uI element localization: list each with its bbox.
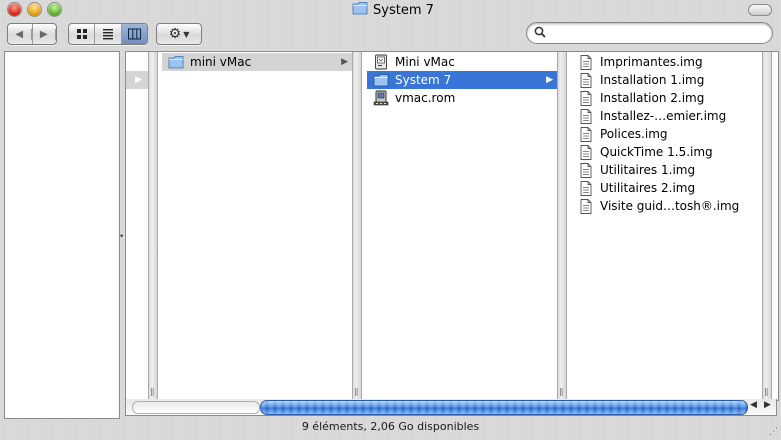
scroll-track[interactable]	[132, 401, 260, 414]
column-resize-handle[interactable]: ||	[762, 52, 772, 400]
list-item-label: Utilitaires 2.img	[600, 181, 696, 195]
list-item-label: Imprimantes.img	[600, 55, 703, 69]
column-resize-handle[interactable]: ||	[557, 52, 567, 400]
scroll-thumb[interactable]	[260, 400, 748, 415]
navigation-buttons: ◀ ▶	[7, 23, 57, 45]
column-view-button[interactable]	[121, 24, 147, 44]
list-item[interactable]: Installation 2.img	[572, 89, 762, 107]
window-title: System 7	[352, 2, 434, 18]
disclosure-arrow-icon: ▶	[546, 75, 553, 85]
list-item-label: vmac.rom	[395, 91, 456, 105]
disclosure-arrow-icon: ▶	[341, 57, 348, 67]
list-item-label: Visite guid…tosh®.img	[600, 199, 740, 213]
column-view-icon	[127, 28, 141, 40]
back-button[interactable]: ◀	[8, 24, 33, 44]
close-window-button[interactable]	[8, 3, 21, 16]
disk-image-icon	[578, 72, 594, 88]
list-item[interactable]: vmac.rom	[367, 89, 557, 107]
back-arrow-icon: ◀	[8, 28, 32, 40]
disclosure-arrow-icon: ▶	[135, 75, 142, 85]
grip-icon: ||	[559, 387, 564, 396]
forward-arrow-icon: ▶	[33, 28, 56, 40]
icon-view-icon	[76, 29, 87, 39]
disk-image-icon	[578, 162, 594, 178]
browser-column[interactable]: mini vMac ▶	[162, 52, 352, 400]
rom-file-icon	[373, 90, 389, 106]
zoom-window-button[interactable]	[48, 3, 61, 16]
disk-image-icon	[578, 180, 594, 196]
toolbar-toggle-button[interactable]	[748, 4, 772, 16]
column-resize-handle[interactable]: ||	[352, 52, 362, 400]
column-resize-handle[interactable]: ||	[148, 52, 158, 400]
sidebar-splitter-handle[interactable]: •	[119, 232, 124, 242]
list-item[interactable]: mini vMac ▶	[162, 53, 352, 71]
window-title-text: System 7	[373, 2, 434, 18]
list-view-button[interactable]	[95, 24, 122, 44]
list-item-label: QuickTime 1.5.img	[600, 145, 713, 159]
disk-image-icon	[578, 126, 594, 142]
list-item-label: Utilitaires 1.img	[600, 163, 696, 177]
search-input[interactable]	[550, 25, 754, 41]
icon-view-button[interactable]	[69, 24, 96, 44]
list-item-label: Mini vMac	[395, 55, 455, 69]
list-item-label: System 7	[395, 73, 452, 87]
grip-icon: ||	[354, 387, 359, 396]
folder-icon	[373, 72, 389, 88]
scroll-right-arrow-icon[interactable]: ▶	[764, 400, 771, 410]
list-view-icon	[102, 29, 113, 40]
list-item[interactable]: Installez-…emier.img	[572, 107, 762, 125]
view-mode-buttons	[68, 23, 148, 45]
finder-window: System 7 ◀ ▶ ⚙ ▼ • ▶ || mini vMac ▶ || M…	[0, 0, 781, 440]
gear-icon: ⚙	[168, 26, 182, 42]
list-item[interactable]: Utilitaires 2.img	[572, 179, 762, 197]
grip-icon: ||	[150, 387, 155, 396]
disk-image-icon	[578, 198, 594, 214]
browser-column[interactable]: Imprimantes.img Installation 1.img Insta…	[572, 52, 762, 400]
horizontal-scrollbar[interactable]: ◀ ▶	[125, 399, 777, 416]
disk-image-icon	[578, 144, 594, 160]
list-item-label: Installation 1.img	[600, 73, 705, 87]
disk-image-icon	[578, 90, 594, 106]
list-item[interactable]: Visite guid…tosh®.img	[572, 197, 762, 215]
folder-icon	[352, 1, 368, 19]
list-item-label: Polices.img	[600, 127, 668, 141]
list-item-label: Installation 2.img	[600, 91, 705, 105]
list-item[interactable]: Polices.img	[572, 125, 762, 143]
title-bar[interactable]: System 7	[0, 0, 781, 20]
minimize-window-button[interactable]	[28, 3, 41, 16]
browser-column[interactable]: Mini vMac System 7 ▶ vmac.rom	[367, 52, 557, 400]
chevron-down-icon: ▼	[183, 29, 190, 39]
list-item[interactable]: Installation 1.img	[572, 71, 762, 89]
application-icon	[373, 54, 389, 70]
column-browser: ▶ || mini vMac ▶ || Mini vMac System 7 ▶…	[125, 51, 779, 401]
list-item[interactable]: Imprimantes.img	[572, 53, 762, 71]
status-text: 9 éléments, 2,06 Go disponibles	[301, 420, 480, 433]
disk-image-icon	[578, 54, 594, 70]
list-item[interactable]: System 7 ▶	[367, 71, 557, 89]
list-item-label: Installez-…emier.img	[600, 109, 727, 123]
folder-icon	[168, 54, 184, 70]
list-item[interactable]: QuickTime 1.5.img	[572, 143, 762, 161]
sidebar[interactable]	[4, 51, 120, 419]
search-field[interactable]	[526, 22, 773, 44]
list-item[interactable]: ▶	[126, 71, 148, 89]
action-menu-button[interactable]: ⚙ ▼	[156, 23, 202, 45]
browser-column[interactable]: ▶	[126, 52, 148, 400]
scroll-left-arrow-icon[interactable]: ◀	[750, 400, 757, 410]
status-bar: 9 éléments, 2,06 Go disponibles	[0, 418, 781, 436]
forward-button[interactable]: ▶	[33, 24, 56, 44]
list-item[interactable]: Utilitaires 1.img	[572, 161, 762, 179]
disk-image-icon	[578, 108, 594, 124]
search-icon	[534, 26, 546, 41]
list-item[interactable]: Mini vMac	[367, 53, 557, 71]
grip-icon: ||	[764, 387, 769, 396]
resize-grip-icon[interactable]: ⋰	[769, 427, 778, 437]
list-item-label: mini vMac	[190, 55, 252, 69]
